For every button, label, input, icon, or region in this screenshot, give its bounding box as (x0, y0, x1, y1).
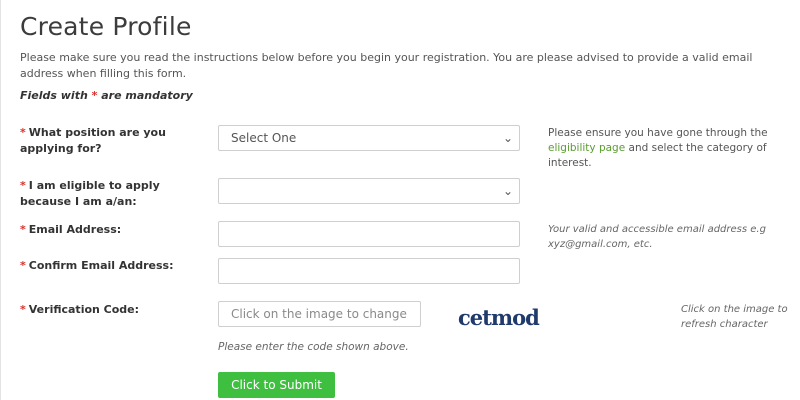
eligibility-label: * I am eligible to apply because I am a/a… (20, 178, 200, 210)
verification-below-text: Please enter the code shown above. (218, 341, 409, 353)
page-title: Create Profile (20, 12, 192, 41)
chevron-down-icon: ⌄ (502, 131, 513, 145)
intro-text: Please make sure you read the instructio… (20, 51, 753, 80)
verification-label: * Verification Code: (20, 302, 200, 318)
required-star: * (20, 259, 26, 272)
email-label: * Email Address: (20, 222, 200, 238)
position-hint: Please ensure you have gone through the … (548, 126, 788, 171)
required-star: * (20, 126, 26, 139)
mandatory-note: Fields with * are mandatory (20, 89, 193, 102)
eligibility-page-link[interactable]: eligibility page (548, 142, 625, 154)
mandatory-prefix: Fields with (20, 89, 88, 102)
captcha-image[interactable]: cetmod (458, 305, 540, 330)
confirm-email-field[interactable] (218, 258, 520, 284)
email-label-text: Email Address: (28, 223, 122, 236)
chevron-down-icon: ⌄ (502, 184, 513, 198)
position-select-value: Select One (231, 131, 297, 145)
required-star: * (20, 179, 26, 192)
email-hint: Your valid and accessible email address … (548, 224, 766, 250)
confirm-email-label-text: Confirm Email Address: (28, 259, 174, 272)
required-star: * (20, 303, 26, 316)
eligibility-select[interactable]: ⌄ (218, 178, 520, 204)
verification-label-text: Verification Code: (28, 303, 140, 316)
confirm-email-label: * Confirm Email Address: (20, 258, 200, 274)
captcha-hint: Click on the image to refresh character (681, 304, 788, 330)
position-hint-before: Please ensure you have gone through the (548, 127, 768, 139)
submit-button[interactable]: Click to Submit (218, 372, 335, 398)
position-label-text: What position are you applying for? (20, 126, 166, 155)
verification-code-input[interactable] (218, 301, 421, 327)
mandatory-suffix: are mandatory (101, 89, 193, 102)
position-select[interactable]: Select One ⌄ (218, 125, 520, 151)
required-star: * (91, 89, 98, 102)
required-star: * (20, 223, 26, 236)
email-field[interactable] (218, 221, 520, 247)
eligibility-label-text: I am eligible to apply because I am a/an… (20, 179, 160, 208)
left-border (0, 0, 1, 400)
position-label: * What position are you applying for? (20, 125, 200, 157)
